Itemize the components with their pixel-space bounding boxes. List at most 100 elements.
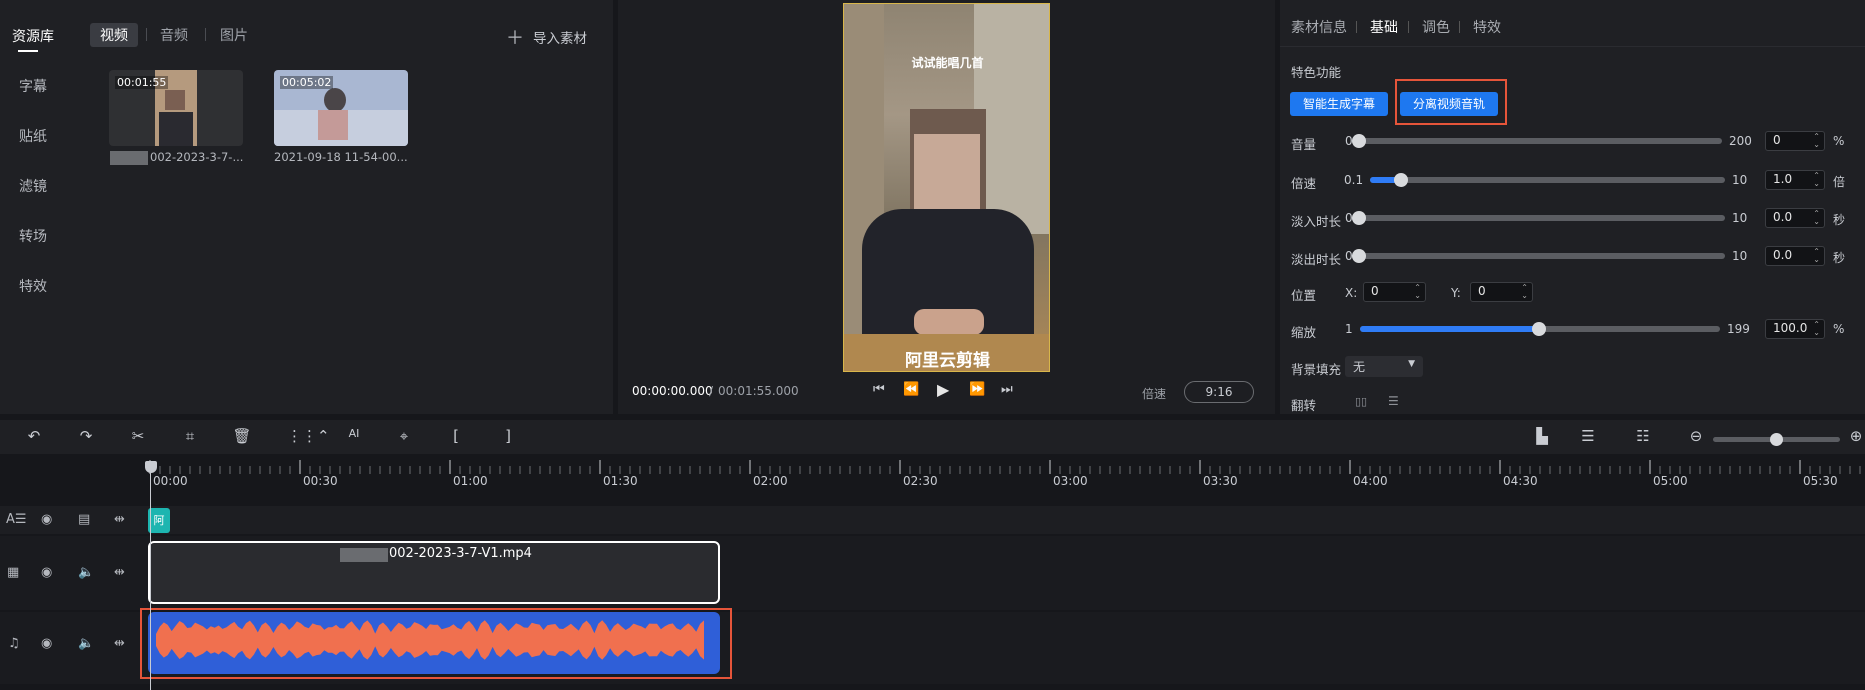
- stepper-icon[interactable]: ⌃ ⌄: [1813, 210, 1820, 226]
- nav-item-library[interactable]: 资源库: [0, 26, 66, 46]
- volume-value: 0: [1773, 133, 1781, 147]
- skip-start-icon[interactable]: ⏮: [873, 382, 885, 397]
- video-track-icon: ▦: [7, 565, 20, 580]
- speaker-icon[interactable]: 🔈: [78, 636, 94, 651]
- track-fit-icon[interactable]: ☰: [1575, 427, 1601, 445]
- tab-basic[interactable]: 基础: [1370, 17, 1398, 37]
- fadeout-max: 10: [1732, 249, 1748, 263]
- volume-max: 200: [1729, 134, 1752, 148]
- bgfill-label: 背景填充: [1291, 362, 1342, 377]
- import-media-button[interactable]: 导入素材: [533, 27, 587, 47]
- fadeout-slider-handle[interactable]: [1352, 249, 1366, 263]
- nav-item-filter[interactable]: 滤镜: [0, 176, 66, 196]
- subtitle-edit-icon[interactable]: ▤: [78, 512, 90, 527]
- stepper-icon[interactable]: ⌃ ⌄: [1813, 172, 1820, 188]
- speed-slider-track[interactable]: [1370, 177, 1725, 183]
- scale-input[interactable]: 100.0 ⌃ ⌄: [1765, 319, 1825, 339]
- position-y-input[interactable]: 0 ⌃ ⌄: [1470, 282, 1533, 302]
- eye-icon[interactable]: ◉: [41, 512, 52, 527]
- stepper-icon[interactable]: ⌃ ⌄: [1414, 284, 1421, 300]
- speed-input[interactable]: 1.0 ⌃ ⌄: [1765, 170, 1825, 190]
- nav-item-effect[interactable]: 特效: [0, 276, 66, 296]
- marker-icon[interactable]: ⌖: [393, 427, 415, 445]
- media-duration: 00:05:02: [280, 76, 334, 89]
- eye-icon[interactable]: ◉: [41, 565, 52, 580]
- smart-subtitle-button[interactable]: 智能生成字幕: [1290, 92, 1388, 116]
- tab-divider: [1356, 21, 1357, 33]
- layout-icon[interactable]: ▙: [1531, 427, 1553, 445]
- tab-material-info[interactable]: 素材信息: [1291, 17, 1347, 37]
- fadein-input[interactable]: 0.0 ⌃ ⌄: [1765, 208, 1825, 228]
- position-label: 位置: [1291, 288, 1317, 303]
- split-icon[interactable]: ⇹: [114, 565, 125, 580]
- fadein-slider-track[interactable]: [1357, 215, 1725, 221]
- volume-slider-handle[interactable]: [1352, 134, 1366, 148]
- scale-slider-handle[interactable]: [1532, 322, 1546, 336]
- tab-color[interactable]: 调色: [1422, 17, 1450, 37]
- play-icon[interactable]: ▶: [937, 380, 949, 399]
- preview-video[interactable]: 试试能唱几首 阿里云剪辑: [843, 3, 1050, 372]
- aspect-ratio-button[interactable]: 9:16: [1184, 381, 1254, 403]
- tab-image[interactable]: 图片: [220, 25, 248, 45]
- fadeout-unit: 秒: [1833, 251, 1846, 265]
- fadein-slider-handle[interactable]: [1352, 211, 1366, 225]
- magnet-icon[interactable]: ☷: [1630, 427, 1656, 445]
- fadeout-input[interactable]: 0.0 ⌃ ⌄: [1765, 246, 1825, 266]
- playhead-handle[interactable]: [145, 461, 157, 473]
- eye-icon[interactable]: ◉: [41, 636, 52, 651]
- subtitle-clip[interactable]: 阿: [148, 508, 170, 533]
- delete-icon[interactable]: 🗑: [231, 427, 253, 445]
- zoom-slider-handle[interactable]: [1770, 433, 1783, 446]
- divider: [1280, 46, 1865, 47]
- flip-label: 翻转: [1291, 398, 1317, 413]
- rewind-icon[interactable]: ⏪: [903, 382, 919, 397]
- tab-divider: [146, 28, 147, 41]
- tab-audio[interactable]: 音频: [160, 25, 188, 45]
- left-nav: 资源库 字幕 贴纸 滤镜 转场 特效: [0, 0, 66, 414]
- video-caption-top: 试试能唱几首: [911, 56, 984, 70]
- crop-icon[interactable]: ⌗: [179, 427, 201, 445]
- flip-vertical-icon[interactable]: ☰: [1388, 394, 1399, 408]
- speed-slider-handle[interactable]: [1394, 173, 1408, 187]
- volume-input[interactable]: 0 ⌃ ⌄: [1765, 131, 1825, 151]
- mark-in-icon[interactable]: [: [445, 427, 467, 445]
- media-thumb-video-2[interactable]: 00:05:02: [274, 70, 408, 146]
- bgfill-select[interactable]: 无 ▼: [1345, 356, 1423, 377]
- tab-video[interactable]: 视频: [90, 23, 138, 47]
- media-name: 2021-09-18 11-54-00...: [274, 150, 408, 164]
- nav-item-subtitle[interactable]: 字幕: [0, 76, 66, 96]
- volume-slider-track[interactable]: [1357, 138, 1722, 144]
- split-icon[interactable]: ⇹: [114, 636, 125, 651]
- redo-icon[interactable]: ↷: [75, 427, 97, 445]
- position-x-input[interactable]: 0 ⌃ ⌄: [1363, 282, 1426, 302]
- ai-icon[interactable]: AI: [341, 427, 367, 440]
- speaker-icon[interactable]: 🔈: [78, 565, 94, 580]
- flip-horizontal-icon[interactable]: ▯▯: [1355, 395, 1367, 408]
- stepper-icon[interactable]: ⌃ ⌄: [1813, 248, 1820, 264]
- fadeout-slider-track[interactable]: [1357, 253, 1725, 259]
- position-y-value: 0: [1478, 284, 1486, 298]
- stepper-icon[interactable]: ⌃ ⌄: [1813, 321, 1820, 337]
- cut-icon[interactable]: ✂: [127, 427, 149, 445]
- skip-end-icon[interactable]: ⏭: [1001, 382, 1013, 397]
- stepper-icon[interactable]: ⌃ ⌄: [1813, 133, 1820, 149]
- music-note-icon: ♫: [8, 636, 20, 651]
- mark-out-icon[interactable]: ]: [497, 427, 519, 445]
- zoom-in-icon[interactable]: ⊕: [1845, 427, 1865, 445]
- volume-unit: %: [1833, 134, 1845, 148]
- tab-effects[interactable]: 特效: [1473, 17, 1501, 37]
- nav-item-sticker[interactable]: 贴纸: [0, 126, 66, 146]
- plus-icon[interactable]: ＋: [506, 24, 524, 50]
- scale-min: 1: [1345, 322, 1353, 336]
- nav-item-transition[interactable]: 转场: [0, 226, 66, 246]
- stepper-icon[interactable]: ⌃ ⌄: [1521, 284, 1528, 300]
- split-icon[interactable]: ⇹: [114, 512, 125, 527]
- audio-wave-icon[interactable]: ⋮⋮⌃: [287, 427, 330, 445]
- undo-icon[interactable]: ↶: [23, 427, 45, 445]
- fast-forward-icon[interactable]: ⏩: [969, 382, 985, 397]
- subtitle-track: [0, 506, 1865, 534]
- playhead-line: [150, 470, 151, 690]
- zoom-out-icon[interactable]: ⊖: [1685, 427, 1707, 445]
- media-thumb-video-1[interactable]: 00:01:55: [109, 70, 243, 146]
- scale-label: 缩放: [1291, 325, 1317, 340]
